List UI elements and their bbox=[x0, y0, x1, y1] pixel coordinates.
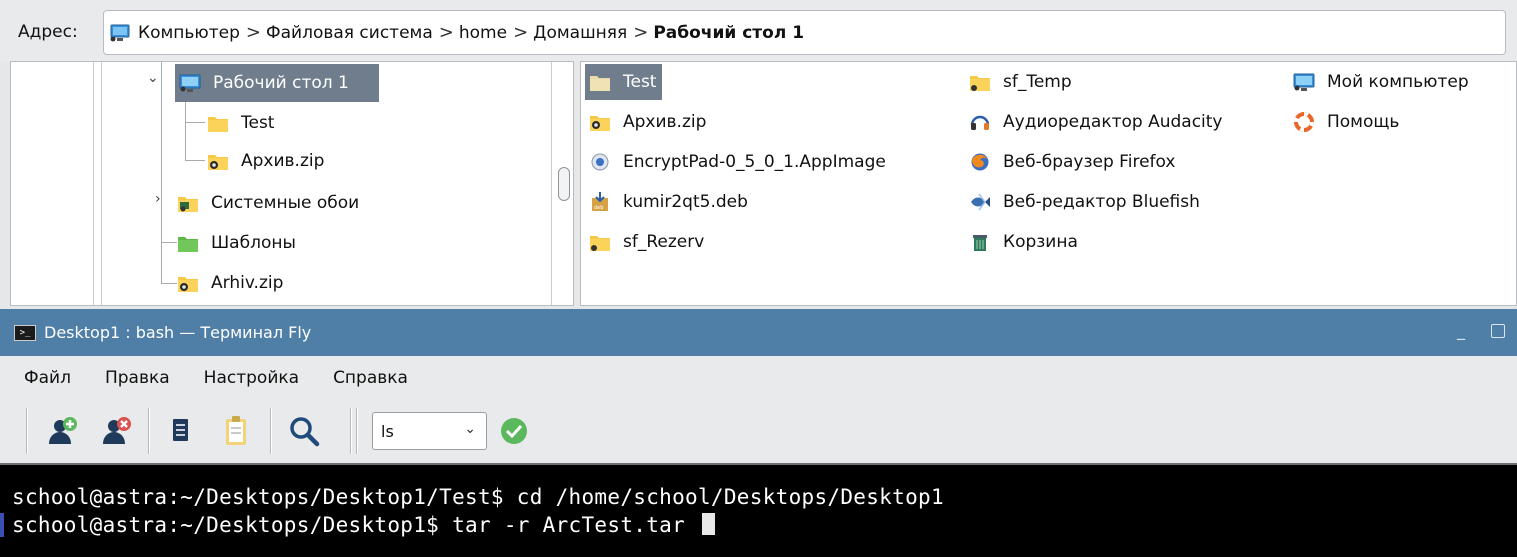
shared-folder-icon bbox=[590, 236, 610, 251]
terminal-edge-marker bbox=[0, 513, 4, 537]
tree-item-system-wallpapers[interactable]: Системные обои bbox=[177, 184, 359, 222]
terminal-titlebar[interactable]: >_ Desktop1 : bash — Терминал Fly _ bbox=[0, 309, 1517, 356]
tree-connector bbox=[185, 160, 205, 161]
file-item-bluefish[interactable]: Веб-редактор Bluefish bbox=[965, 184, 1206, 220]
terminal-window-title: Desktop1 : bash — Терминал Fly bbox=[44, 323, 312, 342]
close-session-button[interactable] bbox=[98, 413, 134, 449]
terminal-line: school@astra:~/Desktops/Desktop1/Test$ c… bbox=[12, 485, 944, 509]
expand-chevron-icon[interactable]: › bbox=[155, 191, 161, 207]
tree-connector bbox=[185, 100, 186, 160]
terminal-menubar: Файл Правка Настройка Справка bbox=[0, 356, 1517, 400]
file-item-firefox[interactable]: Веб-браузер Firefox bbox=[965, 144, 1181, 180]
toolbar-separator bbox=[148, 408, 150, 454]
menu-help[interactable]: Справка bbox=[333, 368, 408, 388]
file-item-trash[interactable]: Корзина bbox=[965, 224, 1084, 260]
terminal-output[interactable]: school@astra:~/Desktops/Desktop1/Test$ c… bbox=[0, 463, 1517, 557]
file-item-test[interactable]: Test bbox=[585, 64, 663, 100]
crumb-current[interactable]: Рабочий стол 1 bbox=[653, 23, 804, 43]
wallpaper-folder-icon bbox=[178, 197, 198, 212]
tree-item-templates[interactable]: Шаблоны bbox=[177, 224, 296, 262]
computer-icon bbox=[110, 24, 130, 41]
run-command-button[interactable] bbox=[496, 413, 532, 449]
tree-item-test[interactable]: Test bbox=[207, 104, 274, 142]
collapse-chevron-icon[interactable]: ⌄ bbox=[147, 70, 159, 86]
templates-folder-icon bbox=[178, 237, 198, 252]
tree-item-arkhiv-zip[interactable]: Архив.zip bbox=[207, 142, 324, 180]
address-label: Адрес: bbox=[18, 22, 78, 42]
close-session-icon bbox=[103, 417, 131, 444]
file-item-help[interactable]: Помощь bbox=[1289, 104, 1405, 140]
toolbar-grip bbox=[26, 408, 28, 454]
firefox-icon bbox=[971, 153, 989, 171]
file-item-arkhiv-zip[interactable]: Архив.zip bbox=[585, 104, 712, 140]
tree-scrollbar[interactable] bbox=[551, 62, 573, 305]
zip-icon bbox=[590, 116, 610, 131]
command-combo[interactable]: ls ⌄ bbox=[372, 412, 487, 450]
tree-item-arhiv-zip[interactable]: Arhiv.zip bbox=[177, 264, 283, 302]
tree-connector bbox=[185, 122, 205, 123]
tree-connector bbox=[161, 242, 177, 243]
tree-connector bbox=[161, 283, 177, 284]
paste-button[interactable] bbox=[218, 413, 254, 449]
zip-folder-icon bbox=[178, 277, 198, 292]
tree-connector bbox=[161, 62, 162, 284]
minimize-icon[interactable]: _ bbox=[1457, 321, 1465, 340]
menu-file[interactable]: Файл bbox=[24, 368, 71, 388]
crumb-filesystem[interactable]: Файловая система > bbox=[266, 22, 459, 43]
audacity-icon bbox=[970, 115, 990, 130]
help-icon bbox=[1294, 112, 1314, 132]
tree-guide-line bbox=[101, 62, 102, 305]
crumb-domashnyaya[interactable]: Домашняя > bbox=[533, 22, 653, 43]
menu-settings[interactable]: Настройка bbox=[204, 368, 299, 388]
terminal-line-current: school@astra:~/Desktops/Desktop1$ tar -r… bbox=[12, 511, 1517, 539]
screen: Адрес: Компьютер > Файловая система > home… bbox=[0, 0, 1517, 557]
file-item-audacity[interactable]: Аудиоредактор Audacity bbox=[965, 104, 1229, 140]
file-item-encryptpad[interactable]: EncryptPad-0_5_0_1.AppImage bbox=[585, 144, 892, 180]
file-item-kumir-deb[interactable]: deb kumir2qt5.deb bbox=[585, 184, 754, 220]
menu-edit[interactable]: Правка bbox=[105, 368, 170, 388]
desktop-icon bbox=[179, 74, 201, 92]
trash-icon bbox=[973, 235, 987, 251]
deb-package-icon: deb bbox=[592, 192, 608, 211]
copy-button[interactable] bbox=[162, 413, 198, 449]
file-item-sf-temp[interactable]: sf_Temp bbox=[965, 64, 1078, 100]
search-button[interactable] bbox=[286, 413, 322, 449]
search-icon bbox=[290, 417, 320, 447]
file-item-my-computer[interactable]: Мой компьютер bbox=[1289, 64, 1475, 100]
terminal-icon: >_ bbox=[14, 324, 36, 341]
new-session-button[interactable] bbox=[44, 413, 80, 449]
tree-guide-line bbox=[93, 62, 94, 305]
tree-item-desktop[interactable]: Рабочий стол 1 bbox=[175, 64, 379, 102]
maximize-icon[interactable] bbox=[1491, 324, 1505, 338]
crumb-home[interactable]: home > bbox=[459, 22, 533, 43]
command-combo-value: ls bbox=[381, 421, 394, 441]
folder-icon bbox=[208, 117, 228, 132]
folder-tree-panel: ⌄ Рабочий стол 1 Test Архив.zip › Систем… bbox=[10, 61, 574, 306]
toolbar-separator bbox=[356, 408, 358, 454]
terminal-line: school@astra:~/Desktops/Desktop1$ tar -r… bbox=[12, 513, 698, 537]
run-check-icon bbox=[501, 418, 527, 444]
copy-icon bbox=[173, 419, 188, 441]
scrollbar-thumb[interactable] bbox=[558, 167, 570, 201]
terminal-cursor bbox=[701, 513, 715, 535]
zip-folder-icon bbox=[208, 155, 228, 170]
appimage-icon bbox=[591, 153, 609, 171]
new-session-icon bbox=[49, 417, 77, 444]
files-panel: Test Архив.zip EncryptPad-0_5_0_1.AppIma… bbox=[580, 61, 1517, 306]
file-item-sf-rezerv[interactable]: sf_Rezerv bbox=[585, 224, 710, 260]
address-breadcrumb[interactable]: Компьютер > Файловая система > home > Домаш… bbox=[103, 10, 1506, 55]
crumb-computer[interactable]: Компьютер > bbox=[138, 22, 266, 43]
paste-icon bbox=[226, 416, 246, 445]
shared-folder-icon bbox=[970, 76, 990, 91]
toolbar-separator bbox=[350, 408, 352, 454]
terminal-toolbar: ls ⌄ bbox=[0, 400, 1517, 462]
bluefish-icon bbox=[971, 193, 990, 211]
address-bar-row: Адрес: Компьютер > Файловая система > home… bbox=[0, 0, 1517, 62]
folder-icon bbox=[590, 76, 610, 91]
toolbar-separator bbox=[270, 408, 272, 454]
chevron-down-icon[interactable]: ⌄ bbox=[464, 421, 476, 437]
svg-text:deb: deb bbox=[594, 205, 603, 211]
computer-icon bbox=[1293, 73, 1315, 91]
